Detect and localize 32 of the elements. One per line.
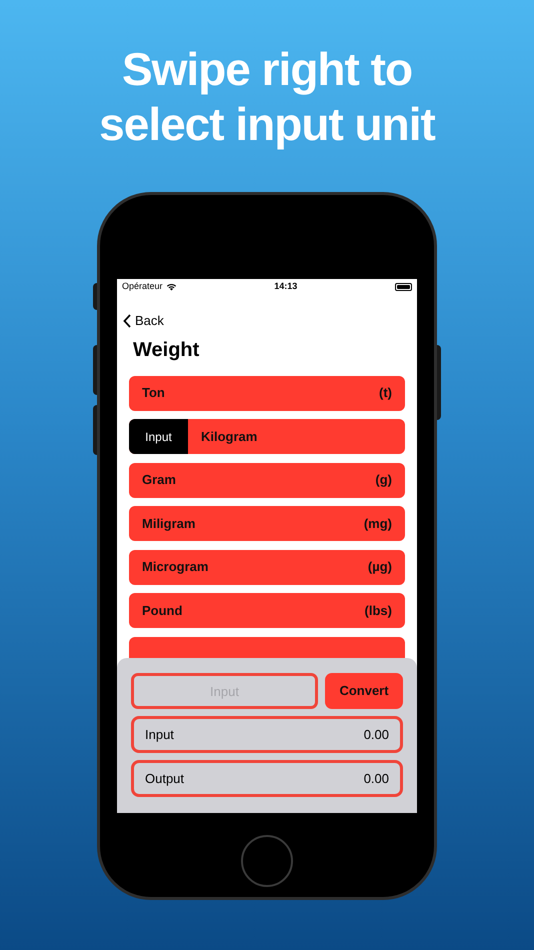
page-title: Weight	[133, 338, 200, 362]
unit-name: Kilogram	[201, 428, 258, 446]
readout-value: 0.00	[364, 726, 389, 744]
unit-name: Pound	[142, 602, 182, 620]
battery-icon	[395, 283, 412, 291]
unit-symbol: (mg)	[364, 514, 392, 533]
unit-symbol: (t)	[379, 384, 392, 402]
readout-value: 0.00	[364, 770, 389, 788]
unit-row[interactable]: Gram (g)	[129, 462, 405, 498]
unit-row[interactable]: Miligram (mg)	[129, 506, 405, 541]
unit-name: Microgram	[142, 558, 208, 576]
readout-label: Output	[145, 770, 184, 788]
unit-name: Ton	[142, 384, 165, 402]
unit-name: Gram	[142, 471, 176, 490]
unit-row[interactable]: Pound (lbs)	[129, 593, 405, 628]
headline: select input unit	[99, 97, 435, 152]
unit-symbol: (lbs)	[364, 602, 392, 620]
unit-row[interactable]: Ton (t)	[129, 376, 405, 410]
convert-button[interactable]: Convert	[325, 673, 403, 709]
unit-row[interactable]: Microgram (µg)	[129, 550, 405, 584]
unit-symbol: (µg)	[368, 558, 392, 576]
status-time: 14:13	[274, 280, 298, 294]
unit-row[interactable]: Input Kilogram	[129, 419, 405, 454]
unit-name: Miligram	[142, 514, 196, 533]
carrier-name: Opérateur	[122, 280, 163, 294]
input-tag: Input	[129, 419, 188, 454]
back-button[interactable]: Back	[123, 311, 164, 330]
wifi-icon	[166, 283, 177, 291]
unit-symbol: (g)	[375, 471, 392, 490]
readout-label: Input	[145, 726, 174, 744]
headline: Swipe right to	[122, 42, 412, 97]
chevron-left-icon	[123, 314, 131, 328]
